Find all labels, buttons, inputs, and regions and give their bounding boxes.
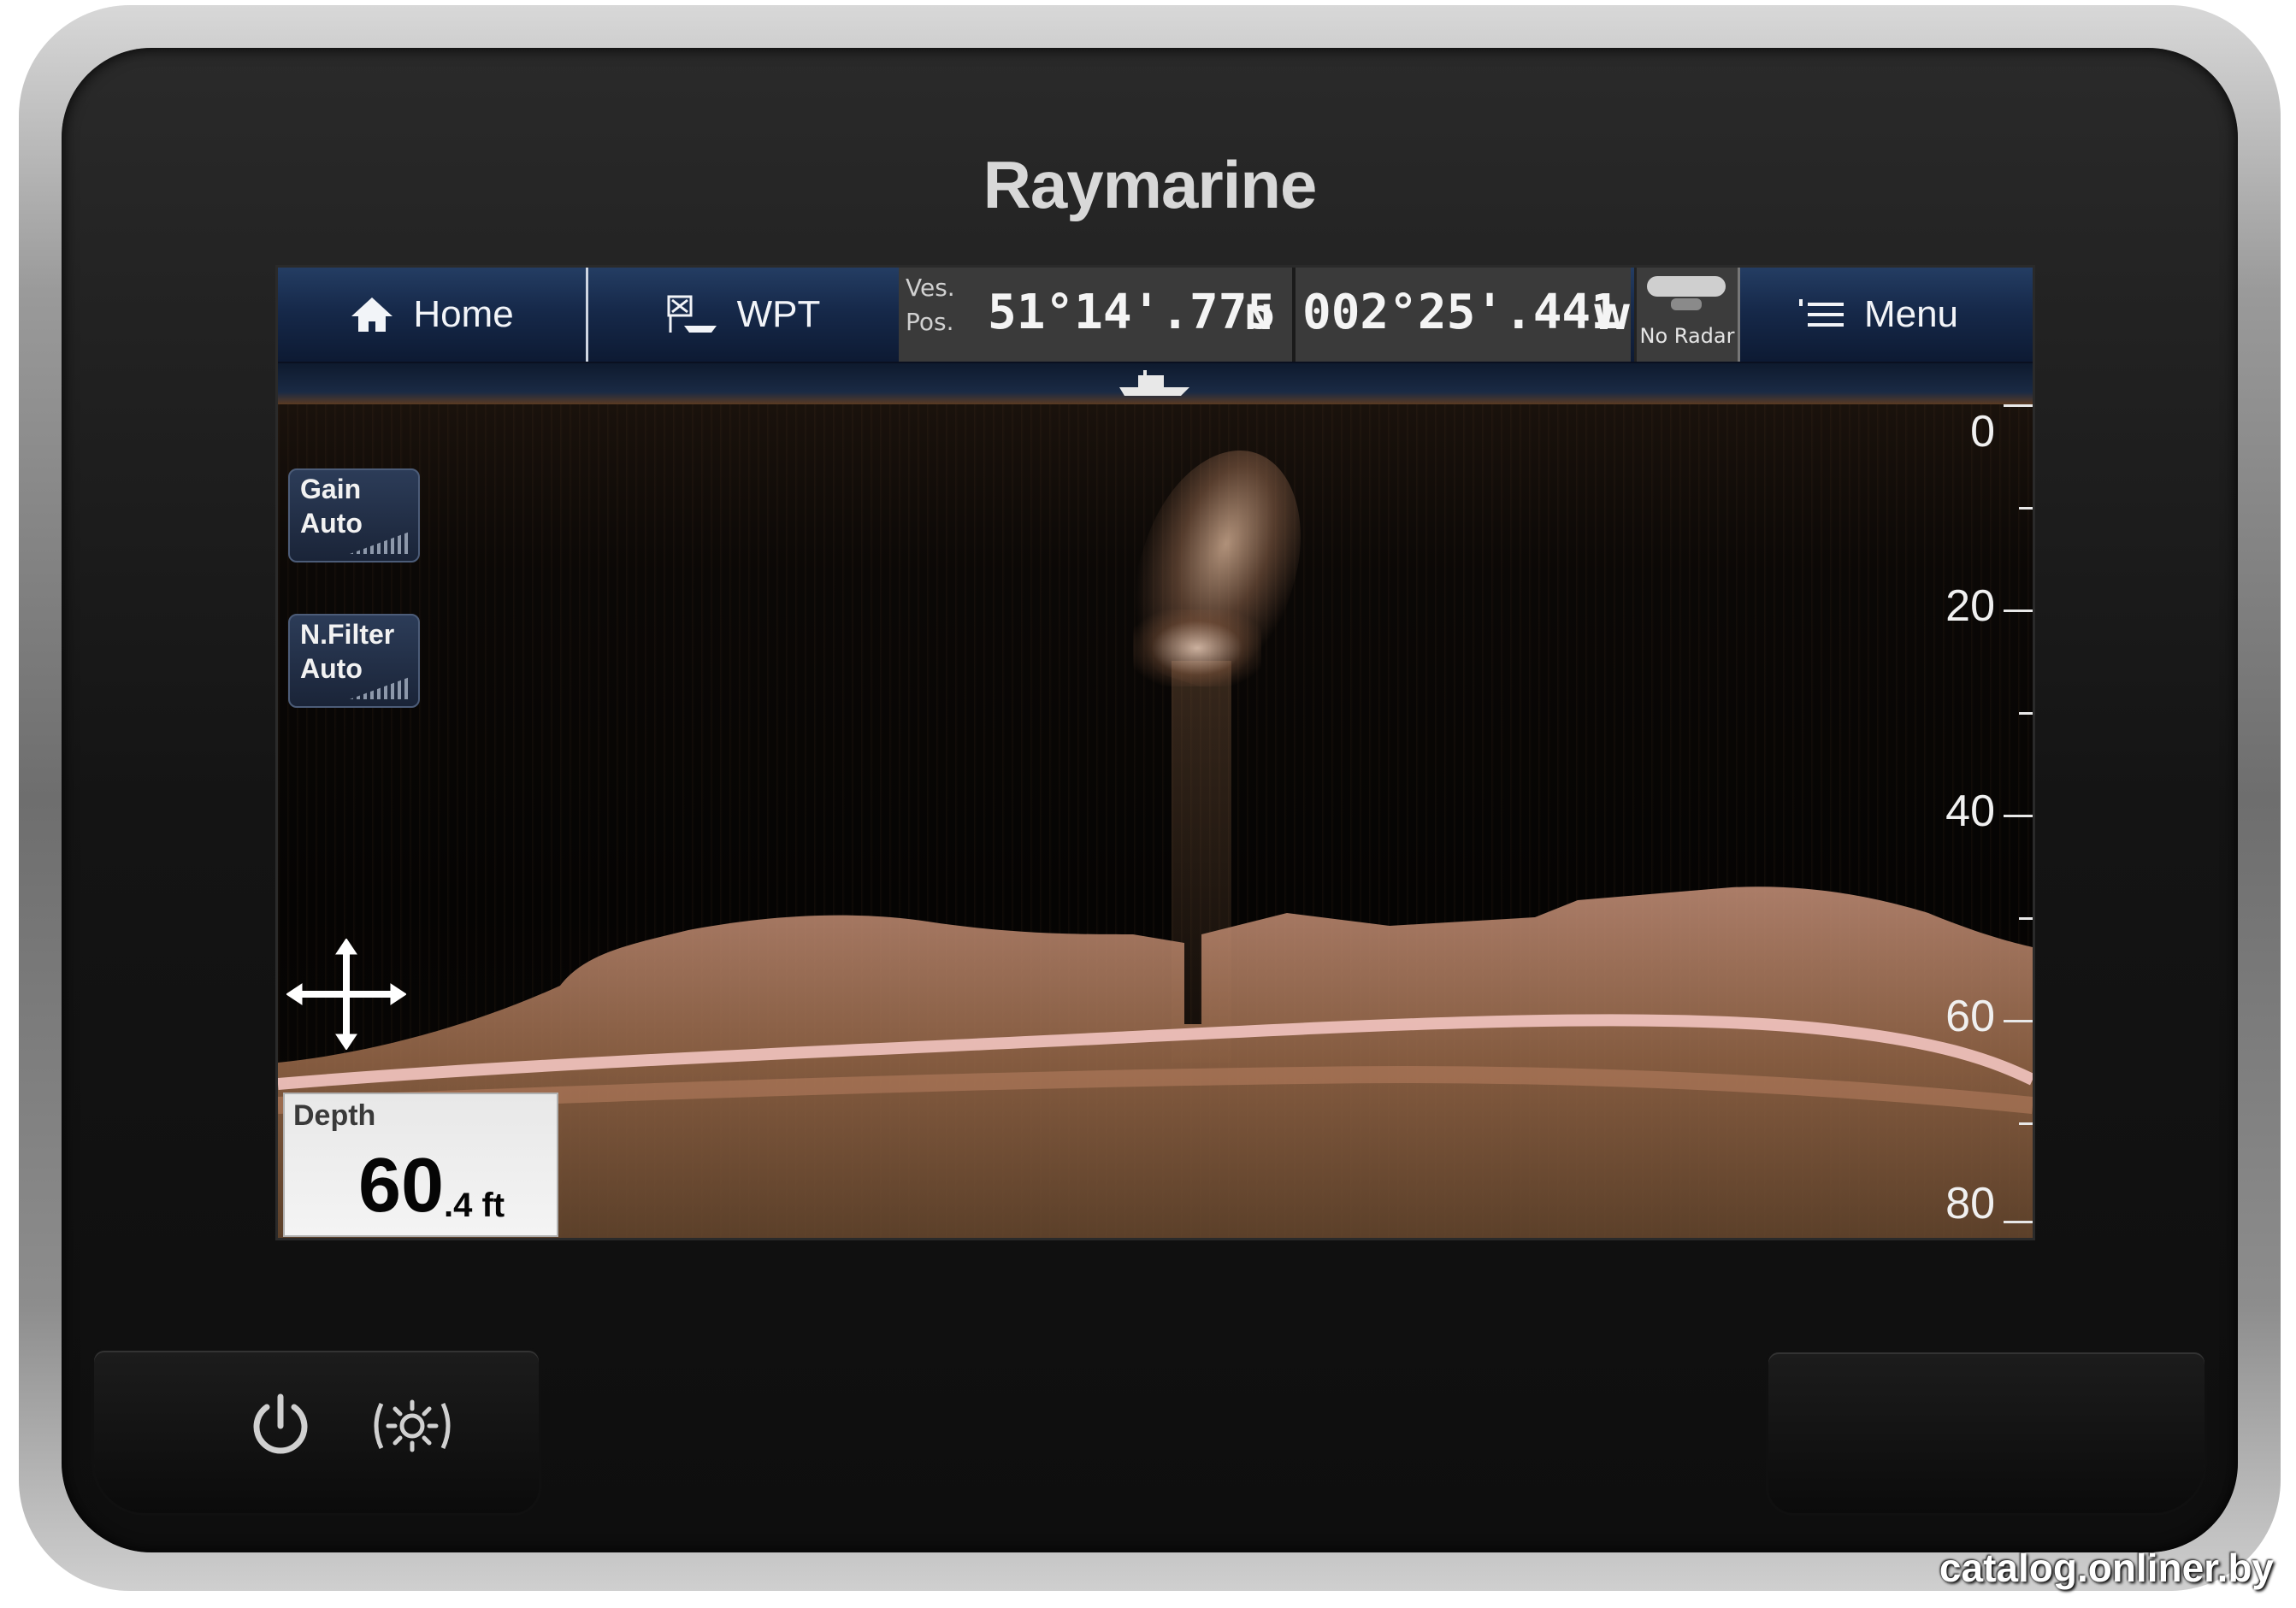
pos-label-ves: Ves. bbox=[906, 274, 955, 302]
depth-readout[interactable]: Depth 60 .4 ft bbox=[283, 1093, 558, 1237]
noise-filter-mode: Auto bbox=[300, 653, 363, 684]
gain-label: Gain bbox=[300, 474, 362, 504]
scale-tick bbox=[2004, 815, 2033, 817]
power-icon[interactable] bbox=[246, 1392, 315, 1460]
brightness-icon[interactable] bbox=[369, 1392, 455, 1460]
scale-label-40: 40 bbox=[1945, 786, 1995, 836]
brand-logo: Raymarine bbox=[983, 147, 1318, 222]
waypoint-icon bbox=[667, 295, 717, 333]
surface-strip bbox=[278, 363, 2033, 404]
vessel-position-lon: 002°25'.441 W bbox=[1296, 268, 1631, 362]
pos-label-pos: Pos. bbox=[906, 308, 954, 336]
top-bar: Home WPT Ves. Pos. 51°14'.775 N 002°25'.… bbox=[278, 268, 2033, 363]
scale-label-0: 0 bbox=[1970, 407, 1995, 456]
vessel-position-lat: Ves. Pos. 51°14'.775 N bbox=[899, 268, 1296, 362]
pan-cross-icon[interactable] bbox=[286, 939, 406, 1050]
left-keypad bbox=[94, 1351, 539, 1513]
gain-control[interactable]: Gain Auto bbox=[288, 468, 420, 563]
scale-tick-minor bbox=[2019, 712, 2033, 715]
waypoint-label: WPT bbox=[736, 293, 821, 335]
boat-icon bbox=[1119, 370, 1189, 396]
waypoint-button[interactable]: WPT bbox=[588, 268, 899, 362]
watermark: catalog.onliner.by bbox=[1939, 1546, 2274, 1590]
scale-tick bbox=[2004, 404, 2033, 407]
scale-tick bbox=[2004, 610, 2033, 612]
gain-mode: Auto bbox=[300, 508, 363, 539]
radar-icon bbox=[1647, 276, 1726, 297]
home-label: Home bbox=[413, 293, 514, 335]
latitude-value: 51°14'.775 bbox=[988, 285, 1277, 340]
depth-decimal: .4 bbox=[444, 1187, 473, 1224]
radar-base-icon bbox=[1671, 298, 1702, 310]
scale-tick-minor bbox=[2019, 507, 2033, 509]
scale-tick-minor bbox=[2019, 1122, 2033, 1125]
noise-filter-control[interactable]: N.Filter Auto bbox=[288, 614, 420, 708]
depth-decimal-unit: .4 ft bbox=[444, 1187, 505, 1225]
scale-label-60: 60 bbox=[1945, 992, 1995, 1041]
home-icon bbox=[351, 297, 393, 332]
menu-icon bbox=[1798, 299, 1844, 327]
depth-value: 60 bbox=[358, 1143, 445, 1228]
display-screen: 0 20 40 60 80 Gain Auto N.Filter Auto Ho… bbox=[275, 265, 2035, 1240]
latitude-hemisphere: N bbox=[1244, 298, 1273, 338]
home-button[interactable]: Home bbox=[278, 268, 588, 362]
fish-echo-core bbox=[1133, 610, 1261, 686]
longitude-hemisphere: W bbox=[1593, 298, 1632, 338]
menu-label: Menu bbox=[1863, 293, 1959, 335]
depth-unit: ft bbox=[481, 1187, 505, 1224]
scale-label-20: 20 bbox=[1945, 581, 1995, 631]
scale-label-80: 80 bbox=[1945, 1179, 1995, 1228]
noise-filter-label: N.Filter bbox=[300, 619, 395, 650]
depth-label: Depth bbox=[293, 1099, 376, 1132]
scale-tick bbox=[2004, 1221, 2033, 1223]
longitude-value: 002°25'.441 bbox=[1302, 285, 1620, 340]
scale-tick-minor bbox=[2019, 917, 2033, 920]
scale-tick bbox=[2004, 1020, 2033, 1022]
right-keypad bbox=[1768, 1352, 2205, 1513]
menu-button[interactable]: Menu bbox=[1723, 268, 2033, 362]
